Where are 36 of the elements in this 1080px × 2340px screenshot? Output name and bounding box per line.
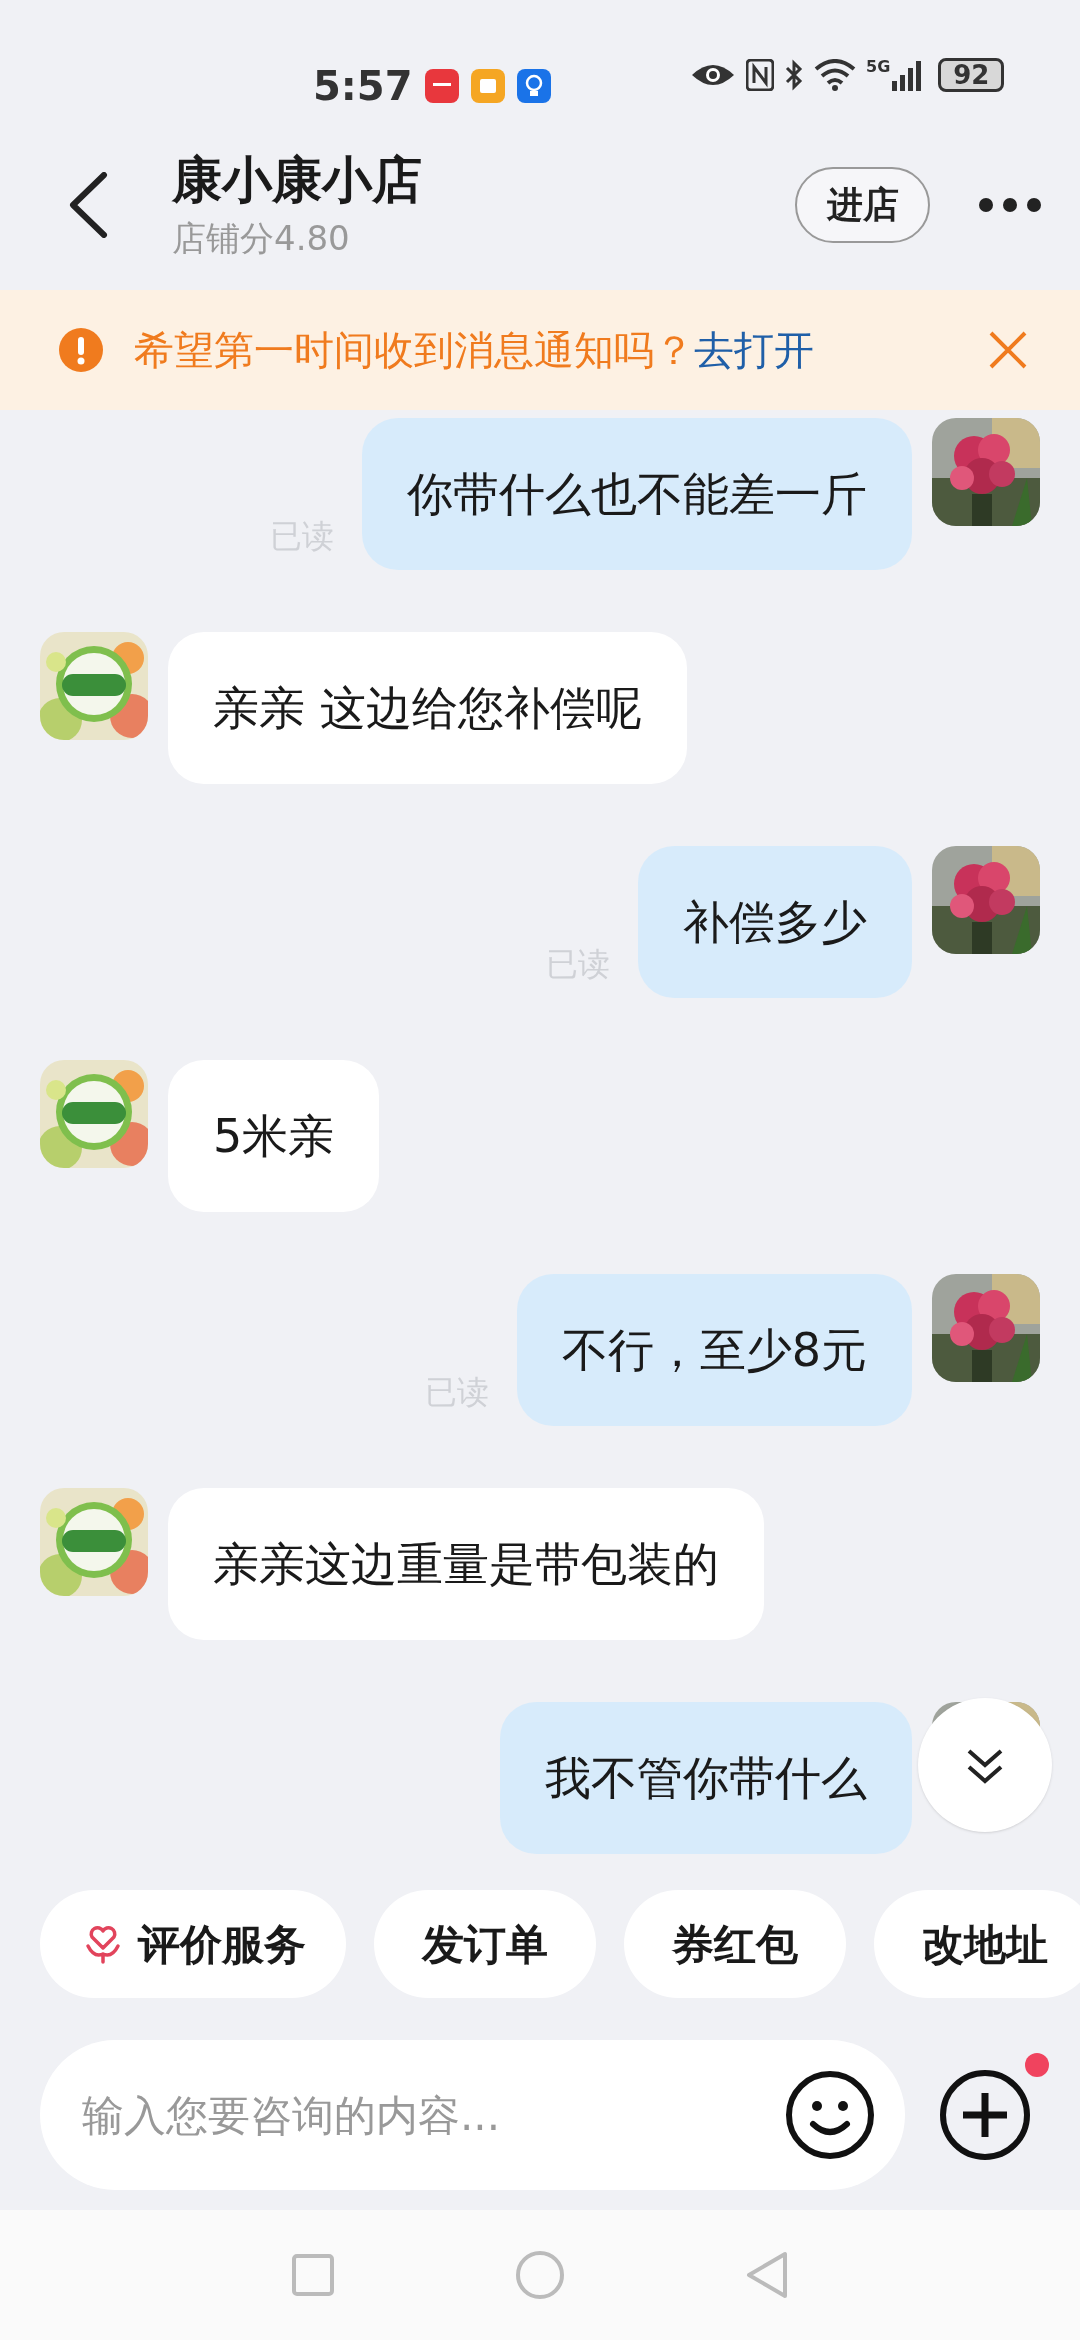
quick-action-chip[interactable]: 发订单 <box>374 1890 596 1998</box>
network-label: 5G <box>866 59 891 75</box>
message-bubble: 我不管你带什么 <box>500 1702 912 1854</box>
battery-indicator: 92 <box>938 58 1005 92</box>
lightbulb-icon <box>516 69 551 103</box>
home-icon[interactable] <box>515 2250 565 2300</box>
emoji-icon[interactable] <box>785 2070 875 2160</box>
shop-name: 康小康小店 <box>172 150 422 211</box>
shop-score: 店铺分4.80 <box>172 217 351 260</box>
message-bubble: 亲亲 这边给您补偿呢 <box>168 632 687 784</box>
wifi-icon <box>814 59 856 91</box>
message-bubble: 亲亲这边重量是带包装的 <box>168 1488 764 1640</box>
message-bubble: 你带什么也不能差一斤 <box>362 418 912 570</box>
quick-action-chip[interactable]: 评价服务 <box>40 1890 346 1998</box>
status-time: 5:57 <box>313 62 413 111</box>
add-icon[interactable] <box>939 2069 1031 2161</box>
warning-icon <box>58 327 104 373</box>
message-bubble: 5米亲 <box>168 1060 380 1212</box>
close-icon[interactable] <box>988 330 1028 370</box>
bluetooth-icon <box>784 59 804 91</box>
message-input-field[interactable]: 输入您要咨询的内容... <box>40 2040 905 2190</box>
more-icon[interactable] <box>978 197 1042 213</box>
nfc-icon <box>746 59 774 91</box>
app-notification-icon <box>424 69 459 103</box>
message-bubble: 不行，至少8元 <box>516 1274 912 1426</box>
heart-hands-icon <box>84 1924 122 1964</box>
message-bubble: 补偿多少 <box>638 846 912 998</box>
quick-action-chip[interactable]: 改地址 <box>874 1890 1080 1998</box>
open-notifications-link[interactable]: 去打开 <box>694 320 814 380</box>
quick-action-chip[interactable]: 券红包 <box>624 1890 846 1998</box>
enter-shop-button[interactable]: 进店 <box>795 167 930 243</box>
notice-text: 希望第一时间收到消息通知吗？ <box>134 326 694 375</box>
signal-icon <box>892 59 923 91</box>
recents-icon[interactable] <box>291 2253 335 2297</box>
app-notification-icon <box>470 69 505 103</box>
back-icon[interactable] <box>68 172 108 238</box>
